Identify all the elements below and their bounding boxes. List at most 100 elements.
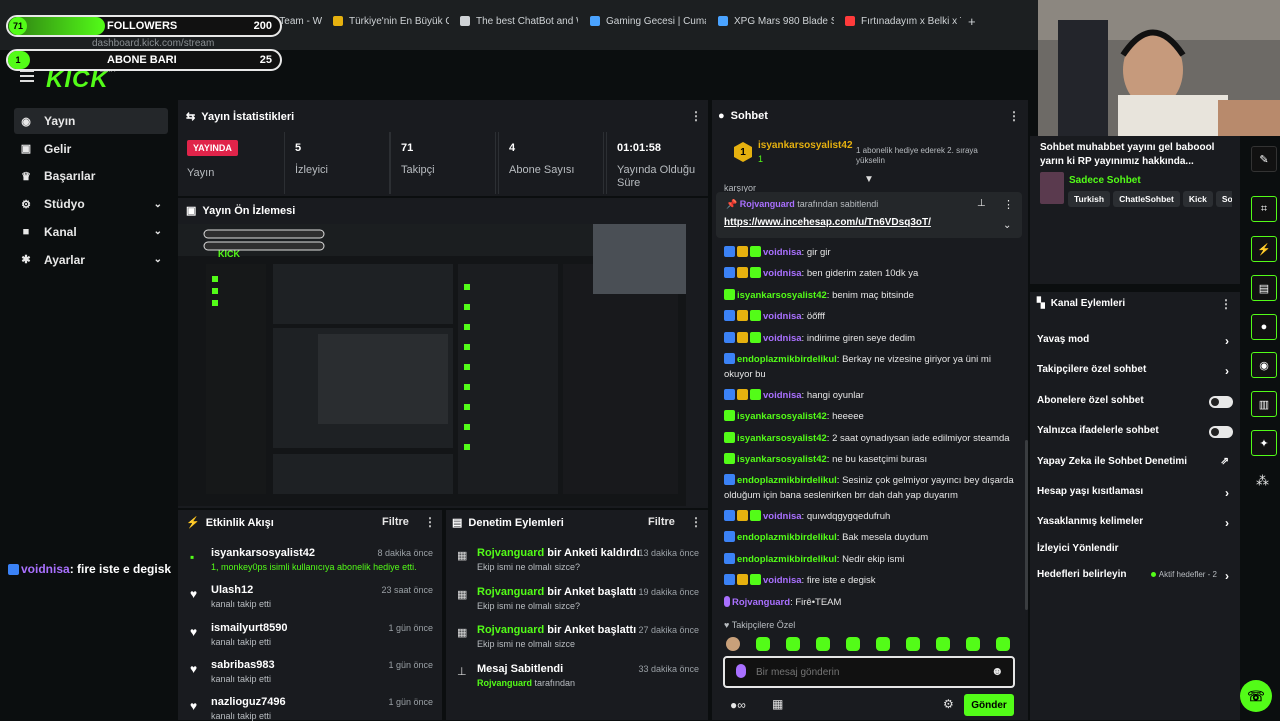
chat-username[interactable]: voidnisa [763, 333, 802, 344]
chat-username[interactable]: voidnisa [763, 511, 802, 522]
chat-scrollbar[interactable] [1025, 440, 1028, 610]
store-icon[interactable]: ▦ [772, 697, 783, 711]
menu-icon[interactable] [20, 70, 34, 85]
category-thumbnail[interactable] [1040, 172, 1064, 204]
chat-message[interactable]: voidnisa: ben giderim zaten 10dk ya [724, 266, 1014, 281]
moderation-filter-button[interactable]: Filtre [648, 516, 675, 528]
channel-action-8[interactable]: Hedefleri belirleyin Aktif hedefler - 2 › [1037, 569, 1233, 583]
chat-icon[interactable]: ● [1251, 314, 1277, 340]
emote-icon[interactable] [726, 637, 740, 651]
chat-username[interactable]: voidnisa [763, 575, 802, 586]
expand-pinned-icon[interactable]: ⌄ [1003, 220, 1011, 231]
emote-icon[interactable] [966, 637, 980, 651]
send-button[interactable]: Gönder [964, 694, 1014, 716]
channel-action-4[interactable]: Yapay Zeka ile Sohbet Denetimi ⇗ [1037, 456, 1233, 467]
activity-item[interactable]: isyankarsosyalist42 1, monkey0ps isimli k… [211, 547, 433, 572]
channel-action-0[interactable]: Yavaş mod › [1037, 334, 1233, 348]
url-text[interactable]: dashboard.kick.com/stream [92, 38, 214, 49]
stream-preview[interactable]: KICK [178, 224, 686, 506]
moderation-item[interactable]: Rojvanguard bir Anketi kaldırdı Ekip ismi… [477, 547, 699, 572]
sidebar-item-kanal[interactable]: ■ Kanal ⌄ [14, 219, 168, 245]
chat-username[interactable]: voidnisa [763, 390, 802, 401]
chat-message[interactable]: Rojvanguard: Firê•TEAM [724, 595, 1014, 610]
moderation-item[interactable]: Rojvanguard bir Anket başlattı Ekip ismi … [477, 624, 699, 649]
emote-icon[interactable] [756, 637, 770, 651]
emote-icon[interactable] [786, 637, 800, 651]
broadcast-icon[interactable]: ◉ [1251, 352, 1277, 378]
toggle-switch[interactable] [1209, 396, 1233, 408]
stream-tag[interactable]: Kick [1182, 191, 1213, 207]
moderator-name[interactable]: Rojvanguard [477, 586, 544, 598]
emote-icon[interactable] [936, 637, 950, 651]
chat-message[interactable]: isyankarsosyalist42: benim maç bitsinde [724, 288, 1014, 303]
wrench-icon[interactable]: ✦ [1251, 430, 1277, 456]
chat-more-icon[interactable]: ⋮ [1008, 109, 1020, 123]
chat-message[interactable]: endoplazmikbirdelikul: Bak mesela duydum [724, 530, 1014, 545]
chat-username[interactable]: voidnisa [763, 247, 802, 258]
chat-message[interactable]: endoplazmikbirdelikul: Sesiniz çok gelmi… [724, 473, 1014, 503]
browser-tab[interactable]: The best ChatBot and Wi [460, 8, 578, 34]
chat-username[interactable]: endoplazmikbirdelikul [737, 354, 837, 365]
support-icon[interactable]: ☏ [1240, 680, 1272, 712]
chat-username[interactable]: isyankarsosyalist42 [737, 454, 827, 465]
moderation-item[interactable]: Mesaj Sabitlendi Rojvanguard tarafından 33… [477, 663, 699, 688]
chat-username[interactable]: isyankarsosyalist42 [737, 290, 827, 301]
moderator-name[interactable]: Rojvanguard [477, 547, 544, 559]
chat-input[interactable] [756, 663, 976, 681]
activity-filter-button[interactable]: Filtre [382, 516, 409, 528]
browser-tab[interactable]: Türkiye'nin En Büyük Oyu [333, 8, 449, 34]
pinned-link[interactable]: https://www.incehesap.com/u/Tn6VDsq3oT/ [724, 217, 931, 228]
stats-more-icon[interactable]: ⋮ [690, 109, 702, 123]
chat-username[interactable]: endoplazmikbirdelikul [737, 475, 837, 486]
chat-message[interactable]: voidnisa: indirime giren seye dedim [724, 331, 1014, 346]
activity-item[interactable]: sabribas983 kanalı takip etti 1 gün önce [211, 659, 433, 684]
collapse-icon[interactable]: ▼ [864, 174, 874, 185]
sidebar-item-ayarlar[interactable]: ✱ Ayarlar ⌄ [14, 247, 168, 273]
activity-item[interactable]: ismailyurt8590 kanalı takip etti 1 gün önc… [211, 622, 433, 647]
chat-message[interactable]: isyankarsosyalist42: 2 saat oynadıysan i… [724, 431, 1014, 446]
sidebar-item-st-dyo[interactable]: ⚙ Stüdyo ⌄ [14, 191, 168, 217]
browser-tab[interactable]: Fırtınadayım x Belki x T [845, 8, 961, 34]
points-icon[interactable]: ●∞ [730, 698, 746, 712]
channel-action-6[interactable]: Yasaklanmış kelimeler › [1037, 516, 1233, 530]
sidebar-item-gelir[interactable]: ▣ Gelir [14, 136, 168, 162]
chat-settings-icon[interactable]: ⚙ [943, 697, 954, 711]
toggle-switch[interactable] [1209, 426, 1233, 438]
chat-username[interactable]: Rojvanguard [732, 597, 790, 608]
layout-toggle-icon[interactable]: ▥ [1251, 391, 1277, 417]
edit-icon[interactable]: ✎ [1251, 146, 1277, 172]
top-gifter-name[interactable]: isyankarsosyalist42 [758, 140, 853, 151]
chat-message[interactable]: endoplazmikbirdelikul: Nedir ekip ismi [724, 552, 1014, 567]
emote-icon[interactable] [906, 637, 920, 651]
chat-message[interactable]: voidnisa: fire iste e degisk [724, 573, 1014, 588]
emoji-icon[interactable]: ☻ [991, 664, 1004, 678]
mic-icon[interactable] [736, 664, 746, 678]
chat-message[interactable]: voidnisa: öőfff [724, 309, 1014, 324]
chat-message[interactable]: isyankarsosyalist42: ne bu kasetçimi bur… [724, 452, 1014, 467]
chat-message[interactable]: isyankarsosyalist42: heeeee [724, 409, 1014, 424]
activity-item[interactable]: nazlioguz7496 kanalı takip etti 1 gün önce [211, 696, 433, 721]
moderation-more-icon[interactable]: ⋮ [690, 515, 702, 529]
chat-username[interactable]: endoplazmikbirdelikul [737, 532, 837, 543]
chat-username[interactable]: voidnisa [763, 311, 802, 322]
apps-icon[interactable]: ⁂ [1256, 473, 1269, 489]
unpin-icon[interactable]: ⊥ [977, 198, 986, 209]
stream-tag[interactable]: So [1215, 191, 1232, 207]
browser-tab[interactable]: XPG Mars 980 Blade SMA [718, 8, 834, 34]
moderator-name[interactable]: Rojvanguard [477, 624, 544, 636]
channel-action-3[interactable]: Yalnızca ifadelerle sohbet [1037, 425, 1233, 436]
chat-username[interactable]: endoplazmikbirdelikul [737, 554, 837, 565]
chat-message[interactable]: endoplazmikbirdelikul: Berkay ne vizesin… [724, 352, 1014, 382]
emote-icon[interactable] [846, 637, 860, 651]
stream-tag[interactable]: ChatleSohbet [1113, 191, 1180, 207]
channel-actions-more-icon[interactable]: ⋮ [1220, 297, 1232, 311]
chat-username[interactable]: isyankarsosyalist42 [737, 433, 827, 444]
stream-tag[interactable]: Turkish [1068, 191, 1111, 207]
sidebar-item-yay-n[interactable]: ◉ Yayın [14, 108, 168, 134]
chat-message[interactable]: voidnisa: hangi oyunlar [724, 388, 1014, 403]
new-tab-button[interactable]: + [968, 8, 976, 34]
moderation-detail-user[interactable]: Rojvanguard [477, 678, 532, 688]
pinned-more-icon[interactable]: ⋮ [1003, 198, 1014, 211]
activity-item[interactable]: Ulash12 kanalı takip etti 23 saat önce [211, 584, 433, 609]
chat-message[interactable]: voidnisa: quıwdqgygqedufruh [724, 509, 1014, 524]
